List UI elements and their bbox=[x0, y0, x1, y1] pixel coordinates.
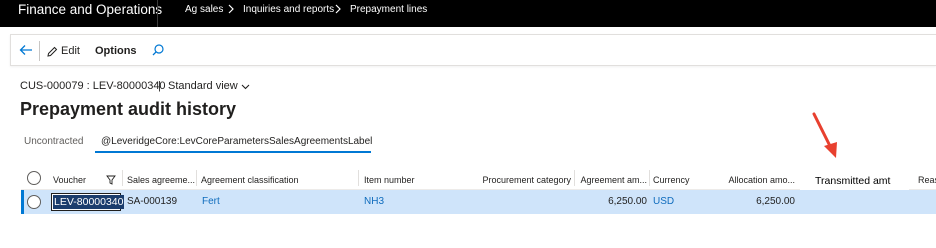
column-divider bbox=[196, 170, 197, 186]
options-button[interactable]: Options bbox=[95, 45, 137, 57]
filter-icon[interactable] bbox=[106, 172, 116, 185]
column-header-agreement-amount[interactable]: Agreement am... bbox=[577, 175, 647, 185]
edit-button[interactable]: Edit bbox=[46, 41, 80, 61]
select-all-checkbox[interactable] bbox=[27, 171, 41, 185]
active-tab-indicator bbox=[95, 151, 371, 153]
row-checkbox[interactable] bbox=[27, 195, 41, 209]
record-identifier: CUS-000079 : LEV-80000340 bbox=[20, 80, 166, 92]
column-divider bbox=[358, 170, 359, 186]
tab-uncontracted[interactable]: Uncontracted bbox=[24, 136, 83, 147]
view-selector[interactable]: Standard view bbox=[168, 80, 250, 92]
column-header-reason[interactable]: Reas bbox=[918, 175, 936, 185]
page-title: Prepayment audit history bbox=[20, 99, 237, 119]
chevron-down-icon bbox=[241, 82, 250, 91]
voucher-value[interactable]: LEV-80000340 bbox=[53, 195, 125, 209]
column-header-sales-agreement[interactable]: Sales agreeme... bbox=[127, 175, 195, 185]
sales-agreement-value: SA-000139 bbox=[127, 196, 178, 207]
breadcrumb-prepayment-lines[interactable]: Prepayment lines bbox=[350, 4, 427, 16]
view-name: Standard view bbox=[168, 80, 238, 92]
column-header-voucher[interactable]: Voucher bbox=[53, 175, 86, 185]
column-header-item-number[interactable]: Item number bbox=[364, 175, 415, 185]
pencil-icon bbox=[46, 45, 58, 57]
column-header-procurement-category[interactable]: Procurement category bbox=[470, 175, 571, 185]
breadcrumb-inquiries-and-reports[interactable]: Inquiries and reports bbox=[243, 4, 334, 16]
chevron-right-icon bbox=[227, 4, 235, 14]
edit-button-label: Edit bbox=[61, 45, 80, 57]
currency-link[interactable]: USD bbox=[653, 196, 674, 207]
transmitted-amt-cell bbox=[801, 191, 908, 213]
annotation-arrow bbox=[812, 112, 842, 162]
top-navigation-bar: Finance and Operations Ag sales Inquirie… bbox=[0, 0, 936, 27]
row-selection-indicator bbox=[21, 190, 24, 214]
action-pane: Edit Options bbox=[10, 34, 936, 66]
column-header-agreement-classification[interactable]: Agreement classification bbox=[201, 175, 299, 185]
tab-sales-agreements[interactable]: @LeveridgeCore:LevCoreParametersSalesAgr… bbox=[101, 136, 372, 147]
agreement-amount-value: 6,250.00 bbox=[608, 196, 647, 207]
agreement-classification-link[interactable]: Fert bbox=[202, 196, 220, 207]
column-divider bbox=[122, 170, 123, 186]
back-arrow-icon[interactable] bbox=[18, 42, 34, 58]
column-divider bbox=[649, 170, 650, 186]
column-header-transmitted-amt[interactable]: Transmitted amt bbox=[815, 175, 890, 187]
action-pane-divider bbox=[39, 41, 40, 61]
topbar-divider bbox=[157, 0, 158, 27]
column-header-currency[interactable]: Currency bbox=[653, 175, 690, 185]
allocation-amount-value: 6,250.00 bbox=[756, 196, 795, 207]
search-icon[interactable] bbox=[151, 43, 165, 57]
column-header-allocation-amount[interactable]: Allocation amo... bbox=[717, 175, 795, 185]
chevron-right-icon bbox=[334, 4, 342, 14]
app-name[interactable]: Finance and Operations bbox=[18, 2, 162, 18]
column-divider bbox=[574, 170, 575, 186]
item-number-link[interactable]: NH3 bbox=[364, 196, 384, 207]
header-divider: | bbox=[158, 80, 161, 92]
breadcrumb-ag-sales[interactable]: Ag sales bbox=[185, 4, 223, 16]
